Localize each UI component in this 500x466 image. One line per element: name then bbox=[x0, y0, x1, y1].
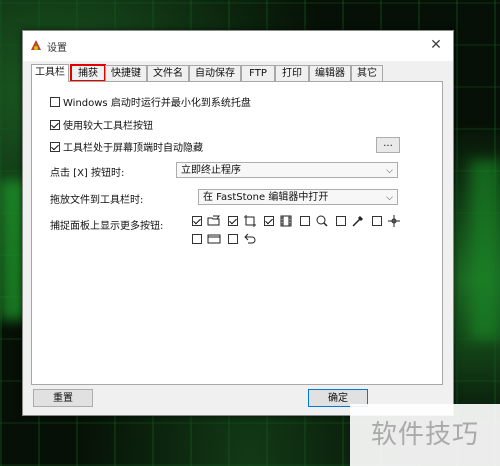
rectangle-capture-checkbox[interactable] bbox=[228, 216, 238, 226]
reset-button[interactable]: 重置 bbox=[33, 389, 93, 407]
tab-other[interactable]: 其它 bbox=[351, 65, 383, 81]
color-picker-icon bbox=[352, 216, 363, 227]
tab-ftp[interactable]: FTP bbox=[241, 65, 275, 81]
capture-buttons-label: 捕捉面板上显示更多按钮: bbox=[50, 221, 164, 232]
startup-tray-label: Windows 启动时运行并最小化到系统托盘 bbox=[63, 98, 251, 109]
close-action-label: 点击 [X] 按钮时: bbox=[50, 168, 125, 179]
watermark-text: 软件技巧 bbox=[350, 404, 500, 466]
undo-arrow-icon bbox=[244, 233, 256, 244]
close-icon[interactable]: ✕ bbox=[425, 35, 447, 55]
drop-action-label: 拖放文件到工具栏时: bbox=[50, 195, 144, 206]
drop-action-value: 在 FastStone 编辑器中打开 bbox=[203, 192, 329, 203]
close-action-value: 立即终止程序 bbox=[181, 165, 241, 176]
auto-hide-checkbox[interactable] bbox=[50, 141, 60, 152]
capture-btn-magnifier[interactable] bbox=[300, 215, 329, 227]
toolbar-settings-panel: Windows 启动时运行并最小化到系统托盘 使用较大工具栏按钮 工具栏处于屏幕… bbox=[31, 81, 443, 385]
capture-btn-film[interactable] bbox=[264, 215, 293, 227]
capture-btn-open[interactable] bbox=[192, 215, 221, 227]
large-buttons-label: 使用较大工具栏按钮 bbox=[63, 121, 153, 132]
title-bar: 设置 ✕ bbox=[23, 31, 453, 61]
tab-print[interactable]: 打印 bbox=[275, 65, 309, 81]
close-action-select[interactable]: 立即终止程序 ⌵ bbox=[176, 162, 398, 178]
tab-toolbar[interactable]: 工具栏 bbox=[31, 64, 69, 82]
app-logo-icon bbox=[31, 40, 41, 50]
capture-btn-undo[interactable] bbox=[228, 233, 257, 245]
magnifier-icon bbox=[316, 215, 328, 227]
capture-btn-crosshair[interactable] bbox=[372, 215, 401, 227]
auto-hide-more-button[interactable]: ... bbox=[376, 137, 400, 153]
screen-record-checkbox[interactable] bbox=[192, 234, 202, 244]
crosshair-checkbox[interactable] bbox=[372, 216, 382, 226]
open-folder-checkbox[interactable] bbox=[192, 216, 202, 226]
capture-btn-rect[interactable] bbox=[228, 215, 257, 227]
color-picker-checkbox[interactable] bbox=[336, 216, 346, 226]
auto-hide-option[interactable]: 工具栏处于屏幕顶端时自动隐藏 bbox=[50, 139, 203, 154]
settings-dialog: 设置 ✕ 工具栏 捕获 快捷键 文件名 自动保存 FTP 打印 编辑器 其它 W… bbox=[22, 30, 454, 416]
capture-btn-picker[interactable] bbox=[336, 215, 365, 227]
large-buttons-option[interactable]: 使用较大工具栏按钮 bbox=[50, 117, 153, 132]
auto-hide-label: 工具栏处于屏幕顶端时自动隐藏 bbox=[63, 143, 203, 154]
tab-filename[interactable]: 文件名 bbox=[147, 65, 189, 81]
open-folder-icon bbox=[207, 215, 220, 226]
startup-tray-option[interactable]: Windows 启动时运行并最小化到系统托盘 bbox=[50, 94, 251, 109]
tab-autosave[interactable]: 自动保存 bbox=[189, 65, 241, 81]
film-icon bbox=[280, 215, 292, 227]
capture-btn-screen[interactable] bbox=[192, 233, 221, 245]
magnifier-checkbox[interactable] bbox=[300, 216, 310, 226]
chevron-down-icon: ⌵ bbox=[386, 193, 393, 203]
tab-hotkeys[interactable]: 快捷键 bbox=[105, 65, 147, 81]
undo-arrow-checkbox[interactable] bbox=[228, 234, 238, 244]
large-buttons-checkbox[interactable] bbox=[50, 119, 60, 130]
rectangle-capture-icon bbox=[244, 215, 256, 227]
crosshair-icon bbox=[388, 215, 400, 227]
tab-editor[interactable]: 编辑器 bbox=[309, 65, 351, 81]
startup-tray-checkbox[interactable] bbox=[50, 96, 60, 107]
window-title: 设置 bbox=[47, 43, 67, 54]
drop-action-select[interactable]: 在 FastStone 编辑器中打开 ⌵ bbox=[198, 189, 398, 205]
film-checkbox[interactable] bbox=[264, 216, 274, 226]
screen-record-icon bbox=[207, 234, 221, 244]
tab-capture[interactable]: 捕获 bbox=[70, 64, 106, 82]
chevron-down-icon: ⌵ bbox=[386, 166, 393, 176]
